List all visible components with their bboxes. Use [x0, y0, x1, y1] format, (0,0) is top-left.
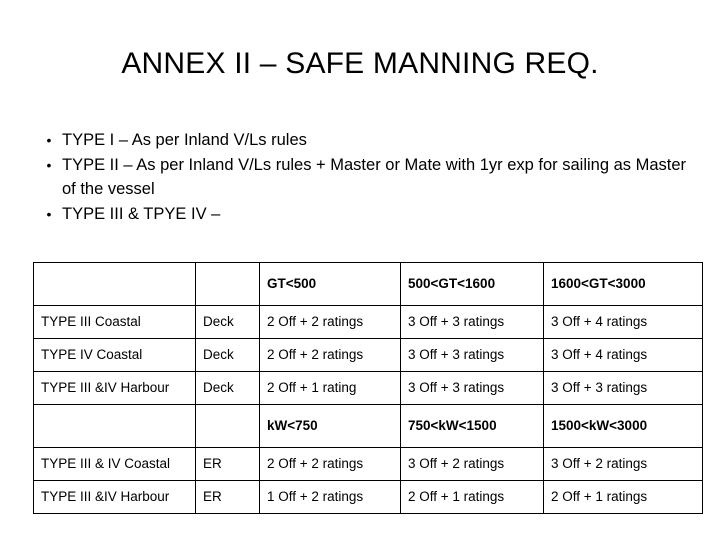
- row-department: ER: [195, 480, 260, 514]
- table-header-row-er: kW<750 750<kW<1500 1500<kW<3000: [33, 404, 703, 448]
- row-label: TYPE III & IV Coastal: [33, 447, 196, 481]
- row-cell: 2 Off + 2 ratings: [259, 305, 401, 339]
- row-cell: 3 Off + 4 ratings: [543, 338, 703, 372]
- list-item: • TYPE I – As per Inland V/Ls rules: [36, 128, 696, 152]
- row-cell: 3 Off + 3 ratings: [400, 338, 544, 372]
- slide: ANNEX II – SAFE MANNING REQ. • TYPE I – …: [0, 0, 720, 540]
- page-title: ANNEX II – SAFE MANNING REQ.: [121, 47, 599, 80]
- row-department: Deck: [195, 338, 260, 372]
- bullet-point-icon: •: [46, 206, 52, 222]
- column-header-category: [33, 262, 196, 306]
- bullet-list: • TYPE I – As per Inland V/Ls rules • TY…: [36, 128, 696, 227]
- column-header-kw-750-1500: 750<kW<1500: [400, 404, 544, 448]
- column-header-kw-1500-3000: 1500<kW<3000: [543, 404, 703, 448]
- table-header-row-deck: GT<500 500<GT<1600 1600<GT<3000: [33, 262, 703, 306]
- column-header-kw-under-750: kW<750: [259, 404, 401, 448]
- row-cell: 3 Off + 2 ratings: [400, 447, 544, 481]
- column-header-department: [195, 262, 260, 306]
- safe-manning-table: GT<500 500<GT<1600 1600<GT<3000 TYPE III…: [33, 262, 703, 514]
- row-label: TYPE III Coastal: [33, 305, 196, 339]
- row-cell: 2 Off + 1 ratings: [543, 480, 703, 514]
- row-cell: 1 Off + 2 ratings: [259, 480, 401, 514]
- row-label: TYPE III &IV Harbour: [33, 480, 196, 514]
- row-cell: 3 Off + 3 ratings: [400, 371, 544, 405]
- row-label: TYPE III &IV Harbour: [33, 371, 196, 405]
- row-department: Deck: [195, 305, 260, 339]
- row-cell: 3 Off + 2 ratings: [543, 447, 703, 481]
- row-label: TYPE IV Coastal: [33, 338, 196, 372]
- row-cell: 2 Off + 2 ratings: [259, 338, 401, 372]
- bullet-point-icon: •: [46, 132, 52, 148]
- row-cell: 3 Off + 3 ratings: [400, 305, 544, 339]
- row-cell: 2 Off + 1 rating: [259, 371, 401, 405]
- column-header-gt-under-500: GT<500: [259, 262, 401, 306]
- row-cell: 2 Off + 1 ratings: [400, 480, 544, 514]
- list-item: • TYPE III & TPYE IV –: [36, 202, 696, 226]
- column-header-department: [195, 404, 260, 448]
- column-header-gt-1600-3000: 1600<GT<3000: [543, 262, 703, 306]
- row-cell: 3 Off + 3 ratings: [543, 371, 703, 405]
- table-row: TYPE III Coastal Deck 2 Off + 2 ratings …: [33, 305, 703, 339]
- row-department: Deck: [195, 371, 260, 405]
- list-item: • TYPE II – As per Inland V/Ls rules + M…: [36, 153, 696, 201]
- row-department: ER: [195, 447, 260, 481]
- column-header-gt-500-1600: 500<GT<1600: [400, 262, 544, 306]
- table-row: TYPE III &IV Harbour ER 1 Off + 2 rating…: [33, 480, 703, 514]
- column-header-category: [33, 404, 196, 448]
- table-row: TYPE III & IV Coastal ER 2 Off + 2 ratin…: [33, 447, 703, 481]
- list-item-text: TYPE III & TPYE IV –: [62, 205, 221, 223]
- row-cell: 2 Off + 2 ratings: [259, 447, 401, 481]
- table-row: TYPE III &IV Harbour Deck 2 Off + 1 rati…: [33, 371, 703, 405]
- list-item-text: TYPE I – As per Inland V/Ls rules: [62, 131, 307, 149]
- bullet-point-icon: •: [46, 157, 52, 173]
- table-row: TYPE IV Coastal Deck 2 Off + 2 ratings 3…: [33, 338, 703, 372]
- row-cell: 3 Off + 4 ratings: [543, 305, 703, 339]
- list-item-text: TYPE II – As per Inland V/Ls rules + Mas…: [62, 156, 687, 198]
